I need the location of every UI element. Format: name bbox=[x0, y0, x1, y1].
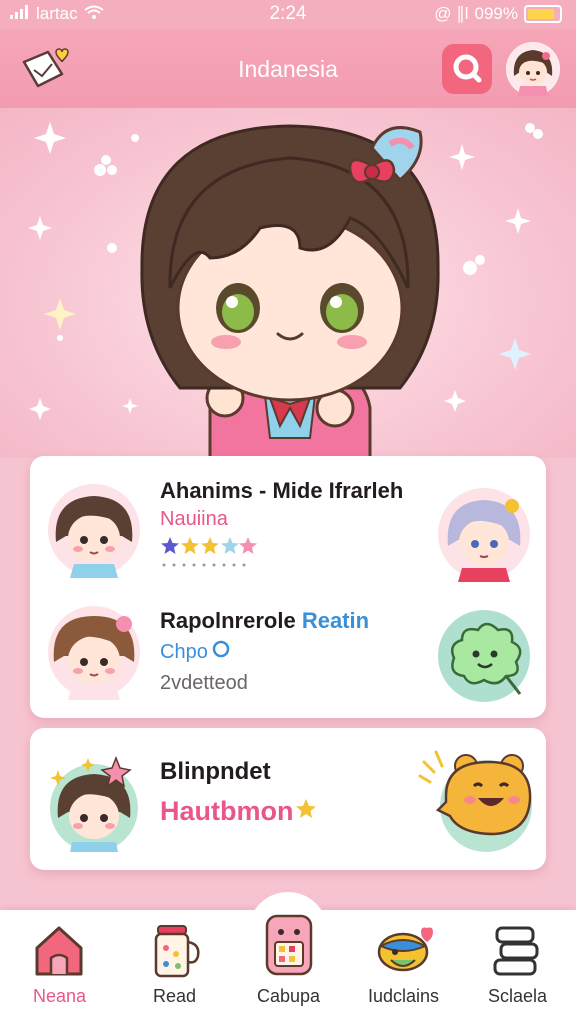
hero-banner bbox=[0, 108, 576, 458]
list-item[interactable]: Blinpndet Hautbmon bbox=[30, 728, 546, 870]
card-title: Rapolnrerole bbox=[160, 608, 296, 633]
card-title: Ahanims - Mide Ifrarleh bbox=[160, 478, 404, 503]
home-icon bbox=[29, 920, 89, 980]
user-avatar[interactable] bbox=[506, 42, 560, 96]
nav-label: Sclaela bbox=[487, 986, 548, 1006]
card-subtitle: Nauiina bbox=[160, 508, 228, 530]
battery-percent: 099% bbox=[474, 4, 518, 23]
card-title: Blinpndet bbox=[160, 758, 271, 785]
fish-icon bbox=[373, 920, 433, 980]
battery-icon bbox=[524, 5, 562, 23]
stack-icon bbox=[487, 920, 547, 980]
avatar-blue-hair bbox=[436, 486, 532, 587]
content-card[interactable]: Blinpndet Hautbmon bbox=[30, 728, 546, 870]
nav-item-sclaela[interactable]: Sclaela bbox=[460, 910, 575, 1024]
avatar-girl-3 bbox=[46, 754, 142, 859]
nav-item-home[interactable]: Neana bbox=[2, 910, 117, 1024]
bottom-nav: Neana Read Cabupa Iudclains Sclaela bbox=[0, 892, 576, 1024]
nav-label: Iudclains bbox=[367, 986, 440, 1006]
hero-illustration bbox=[28, 122, 543, 458]
search-icon bbox=[453, 54, 482, 83]
card-subtitle: Hautbmon bbox=[160, 796, 294, 826]
app-header: Indanesia bbox=[0, 30, 576, 108]
avatar-green-creature bbox=[436, 608, 532, 709]
jar-icon bbox=[144, 920, 204, 980]
nav-label: Cabupa bbox=[256, 986, 321, 1006]
card-status: 2vdetteod bbox=[160, 672, 248, 694]
card-title-line: Rapolnrerole Reatin bbox=[160, 608, 369, 634]
list-item-text: Rapolnrerole Reatin Chpo 2vdetteod bbox=[160, 608, 369, 695]
list-item[interactable]: Rapolnrerole Reatin Chpo 2vdetteod bbox=[30, 588, 546, 718]
card-title-accent: Reatin bbox=[301, 608, 370, 633]
card-subtitle-line: Hautbmon bbox=[160, 796, 317, 827]
list-item[interactable]: Ahanims - Mide Ifrarleh Nauiina bbox=[30, 456, 546, 586]
content-card[interactable]: Ahanims - Mide Ifrarleh Nauiina Rapolnre… bbox=[30, 456, 546, 718]
card-subtitle: Chpo bbox=[160, 640, 208, 663]
card-subtitle-line: Chpo bbox=[160, 640, 369, 664]
avatar-bear-creature bbox=[416, 736, 536, 861]
nav-item-read[interactable]: Read bbox=[117, 910, 232, 1024]
star-icon bbox=[295, 798, 317, 825]
signal-indicator: @ ∥l bbox=[434, 4, 469, 23]
nav-item-cabupa[interactable]: Cabupa bbox=[231, 910, 346, 1024]
nav-label: Read bbox=[152, 986, 197, 1006]
avatar-girl-1 bbox=[46, 482, 142, 583]
circle-icon bbox=[212, 640, 230, 664]
avatar-girl-2 bbox=[46, 604, 142, 705]
list-item-text: Ahanims - Mide Ifrarleh Nauiina bbox=[160, 478, 403, 574]
search-button[interactable] bbox=[442, 44, 492, 94]
status-right: @ ∥l 099% bbox=[434, 4, 562, 24]
status-bar: lartac 2:24 @ ∥l 099% bbox=[0, 0, 576, 30]
list-item-text: Blinpndet Hautbmon bbox=[160, 758, 317, 827]
star-rating-icon bbox=[161, 537, 257, 567]
nav-label: Neana bbox=[32, 986, 87, 1006]
pink-character-icon bbox=[261, 912, 321, 976]
girl-character bbox=[140, 124, 440, 458]
nav-item-iudclains[interactable]: Iudclains bbox=[346, 910, 461, 1024]
avatar-girl-icon bbox=[507, 43, 559, 96]
rating-stars bbox=[160, 535, 403, 574]
